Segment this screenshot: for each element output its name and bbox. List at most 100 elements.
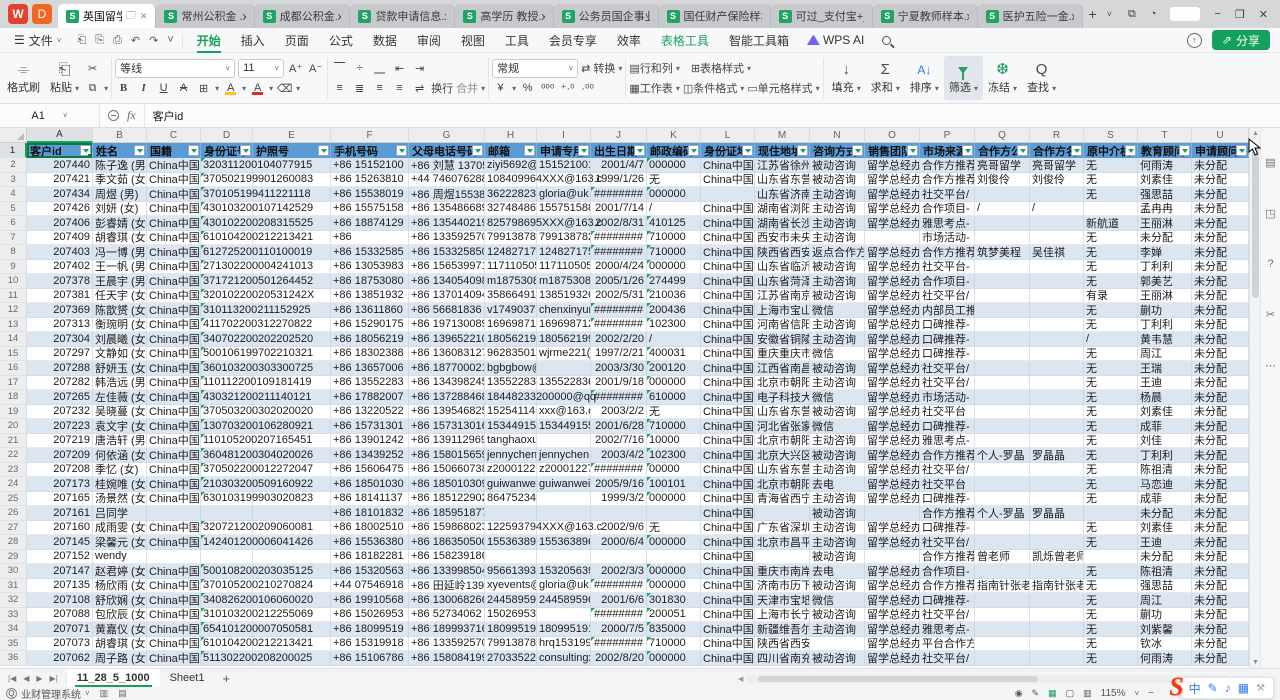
cell[interactable]: 陈祖清 xyxy=(1138,564,1192,579)
cell[interactable]: 被动咨询 xyxy=(810,506,865,521)
cell[interactable]: China中国 xyxy=(147,419,201,434)
cell[interactable]: xyevents@ xyxy=(485,579,537,594)
wps-logo-icon[interactable]: W xyxy=(8,4,28,24)
cell[interactable]: 320311200104077915 xyxy=(201,158,253,173)
cell[interactable]: 207304 xyxy=(27,332,93,347)
cell[interactable]: China中国 xyxy=(701,245,755,260)
cell[interactable]: 合作方推荐 xyxy=(920,448,975,463)
cell[interactable]: 207265 xyxy=(27,390,93,405)
cell[interactable]: China中国 xyxy=(147,158,201,173)
format-painter-button[interactable]: ⌯ 格式刷 xyxy=(2,56,45,100)
cell[interactable]: 个人-罗晶 xyxy=(975,506,1030,521)
cell[interactable] xyxy=(975,332,1030,347)
column-header-B[interactable]: B xyxy=(93,128,147,143)
cell[interactable]: 153449155 xyxy=(485,419,537,434)
cell[interactable]: 梁馨元 (女 xyxy=(93,535,147,550)
cell[interactable]: 留学总经办 xyxy=(865,303,920,318)
cell[interactable]: China中国 xyxy=(701,216,755,231)
cell[interactable]: China中国 xyxy=(147,187,201,202)
cell[interactable]: 留学总经办 xyxy=(865,202,920,217)
rows-cols-button[interactable]: ▤ 行和列 xyxy=(629,59,672,77)
cell[interactable]: +86 1573130169 xyxy=(409,419,485,434)
cell[interactable]: consultingx xyxy=(537,651,591,666)
underline-button[interactable]: U xyxy=(155,79,172,97)
cell[interactable]: China中国 xyxy=(147,651,201,666)
sort-button[interactable]: A↓ 排序 ▾ xyxy=(905,56,944,100)
row-number-35[interactable]: 35 xyxy=(0,637,27,652)
cell[interactable]: 被动咨询 xyxy=(810,405,865,420)
borders-button[interactable]: ⊞ xyxy=(195,79,212,97)
cell[interactable]: 000000 xyxy=(647,579,701,594)
cell[interactable]: China中国 xyxy=(701,506,755,521)
cell[interactable]: +86 18302388 xyxy=(331,347,409,362)
cell[interactable] xyxy=(1030,434,1084,449)
cell[interactable] xyxy=(975,608,1030,623)
cell[interactable] xyxy=(647,506,701,521)
cell[interactable]: +86 17882007 xyxy=(331,390,409,405)
cell[interactable]: 864752343 xyxy=(485,492,537,507)
cell[interactable]: +86 13657006 xyxy=(331,361,409,376)
cell[interactable]: 留学总经办 xyxy=(865,376,920,391)
cell[interactable]: 未分配 xyxy=(1192,361,1249,376)
row-number-3[interactable]: 3 xyxy=(0,173,27,188)
cell[interactable]: jennychen xyxy=(485,448,537,463)
cell[interactable]: 2001/6/28 xyxy=(591,419,647,434)
cell[interactable]: 何依涵 (女 xyxy=(93,448,147,463)
cell[interactable]: 未分配 xyxy=(1192,376,1249,391)
cell[interactable] xyxy=(1030,535,1084,550)
filter-dropdown-icon[interactable] xyxy=(797,145,808,156)
select-all-corner[interactable] xyxy=(0,128,27,143)
cell[interactable]: 彭睿婧 (女 xyxy=(93,216,147,231)
cell[interactable]: 207406 xyxy=(27,216,93,231)
cell[interactable]: 未分配 xyxy=(1192,274,1249,289)
formula-input[interactable]: 客户id xyxy=(144,104,184,127)
row-number-25[interactable]: 25 xyxy=(0,492,27,507)
cast-icon[interactable]: 🗔 xyxy=(126,8,136,24)
document-tab[interactable]: S成都公积金.xlsx xyxy=(255,4,351,28)
cell[interactable]: 雅思考点- xyxy=(920,434,975,449)
cell[interactable] xyxy=(1030,231,1084,246)
cell[interactable]: 亮哥留学 xyxy=(975,158,1030,173)
cell[interactable]: hrq153199 xyxy=(537,637,591,652)
cell[interactable]: 被动咨询 xyxy=(810,173,865,188)
cell[interactable]: 未分配 xyxy=(1192,535,1249,550)
cell[interactable] xyxy=(975,390,1030,405)
cell[interactable] xyxy=(975,535,1030,550)
cell[interactable]: +86 13851932 xyxy=(331,289,409,304)
cell[interactable]: 唐浩轩 (男 xyxy=(93,434,147,449)
cell[interactable]: 指南针张老 xyxy=(975,579,1030,594)
cell[interactable]: v17490376 xyxy=(485,303,537,318)
vertical-scrollbar[interactable]: ▲ ▼ xyxy=(1249,128,1260,668)
font-color-button[interactable]: A xyxy=(249,79,266,97)
cell[interactable]: 358664913 xyxy=(485,289,537,304)
quick-icon-3[interactable]: ↶ xyxy=(131,34,140,47)
filter-dropdown-icon[interactable] xyxy=(318,145,329,156)
cell[interactable]: 710000 xyxy=(647,637,701,652)
cut-button[interactable]: ✂ xyxy=(84,59,101,77)
cell[interactable]: 207403 xyxy=(27,245,93,260)
side-tool-icon-2[interactable]: ? xyxy=(1267,258,1273,270)
cell[interactable]: 710000 xyxy=(647,231,701,246)
cell[interactable]: 天津市宝坻 xyxy=(755,593,810,608)
cell[interactable]: 主动咨询 xyxy=(810,492,865,507)
cell[interactable]: 微信 xyxy=(810,419,865,434)
cell[interactable] xyxy=(537,492,591,507)
cell[interactable]: China中国 xyxy=(701,463,755,478)
cell[interactable]: +86 1565399710 xyxy=(409,260,485,275)
cell[interactable]: 207378 xyxy=(27,274,93,289)
cell[interactable]: 留学总经办 xyxy=(865,260,920,275)
document-tab[interactable]: S医护五险一金.xlsx xyxy=(978,4,1083,28)
cell[interactable]: 411702200312270822 xyxy=(201,318,253,333)
cell[interactable]: 王晨宇 (男 xyxy=(93,274,147,289)
cell[interactable]: 吴佳祺 xyxy=(1030,245,1084,260)
cell[interactable]: 155751588 xyxy=(537,202,591,217)
cell[interactable]: 周子路 (女 xyxy=(93,651,147,666)
cell[interactable]: ######## xyxy=(591,608,647,623)
cell[interactable]: 社交平台/ xyxy=(920,376,975,391)
filter-dropdown-icon[interactable] xyxy=(188,145,199,156)
cell[interactable]: 包欣辰 (女 xyxy=(93,608,147,623)
cell[interactable]: 社交平台/ xyxy=(920,289,975,304)
cancel-entry-icon[interactable] xyxy=(108,110,119,121)
cell[interactable] xyxy=(253,506,331,521)
cell[interactable]: 济南市历下 xyxy=(755,579,810,594)
